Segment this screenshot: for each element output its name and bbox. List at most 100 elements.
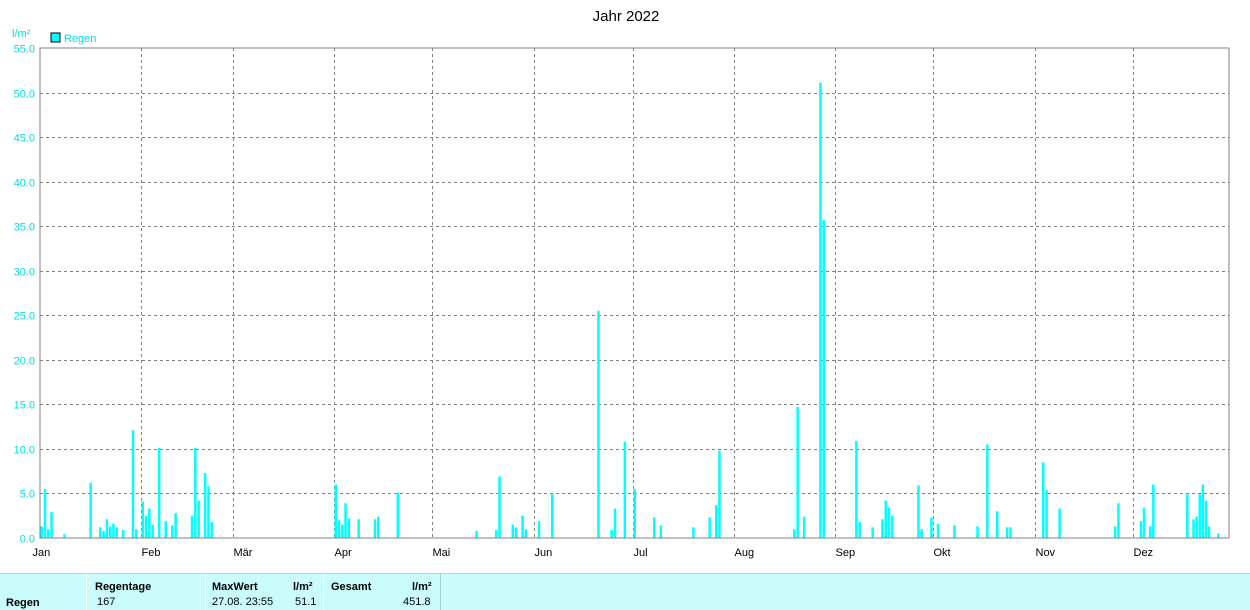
rain-bar bbox=[953, 525, 956, 538]
rain-bar bbox=[1149, 526, 1152, 538]
rain-bar bbox=[524, 529, 528, 538]
y-tick-labels: 0.0 5.0 10.0 15.0 20.0 25.0 30.0 35.0 40.0 45.0 50… bbox=[14, 44, 35, 546]
x-tick-label: Jul bbox=[634, 547, 648, 559]
y-tick-label: 25.0 bbox=[14, 311, 35, 323]
rain-bar bbox=[174, 513, 177, 538]
x-tick-label: Apr bbox=[335, 547, 352, 559]
rain-bar bbox=[936, 523, 940, 538]
rain-bar bbox=[793, 529, 796, 538]
y-tick-label: 40.0 bbox=[14, 178, 35, 190]
rain-bar bbox=[40, 526, 43, 538]
rain-bar bbox=[623, 441, 627, 538]
x-tick-label: Okt bbox=[934, 547, 951, 559]
x-tick-label: Feb bbox=[142, 547, 161, 559]
rain-bar bbox=[141, 501, 144, 538]
rain-bar bbox=[203, 473, 207, 538]
rain-bar bbox=[1195, 516, 1198, 538]
y-tick-label: 15.0 bbox=[14, 400, 35, 412]
rain-bar bbox=[43, 489, 47, 538]
rain-bar bbox=[976, 526, 979, 538]
rain-bar bbox=[708, 517, 711, 538]
rain-bar bbox=[377, 516, 380, 538]
rain-bar bbox=[1142, 507, 1146, 538]
x-tick-labels: Jan Feb Mär Apr Mai Jun Jul Aug Sep Okt Nov Dez bbox=[33, 547, 1154, 559]
x-tick-label: Aug bbox=[735, 547, 755, 559]
rain-bar bbox=[115, 527, 118, 538]
maxwert-date: 27.08. 23:55 bbox=[212, 596, 274, 608]
rain-bar bbox=[108, 526, 112, 538]
rain-bar bbox=[99, 527, 102, 538]
rain-bar bbox=[1198, 494, 1201, 538]
rain-bar bbox=[347, 518, 351, 538]
rain-bar bbox=[197, 500, 200, 538]
rain-bar bbox=[920, 529, 923, 538]
rain-bar bbox=[1058, 508, 1061, 538]
rain-chart: Jahr 2022 l/m² Regen 0.0 5.0 10.0 15.0 20.0 2… bbox=[12, 8, 1230, 559]
gesamt-header: Gesamt bbox=[331, 581, 372, 593]
rain-bar bbox=[1042, 462, 1045, 538]
rain-bar bbox=[521, 515, 524, 538]
rain-bar bbox=[89, 482, 92, 538]
rain-bar bbox=[47, 529, 50, 538]
maxwert-header: MaxWert bbox=[212, 581, 258, 593]
rain-bar bbox=[373, 519, 377, 538]
rain-bar bbox=[891, 515, 894, 538]
rain-bar bbox=[1045, 489, 1048, 538]
rain-bar bbox=[164, 521, 167, 538]
y-tick-label: 20.0 bbox=[14, 356, 35, 368]
plot-frame bbox=[39, 47, 1230, 539]
rain-bar bbox=[718, 450, 721, 538]
rain-bar bbox=[63, 534, 66, 538]
rain-bar bbox=[887, 507, 891, 538]
rain-bar bbox=[112, 523, 115, 538]
x-tick-label: Dez bbox=[1134, 547, 1154, 559]
rain-bar bbox=[1152, 484, 1155, 538]
rain-bar bbox=[986, 444, 989, 538]
rain-bar bbox=[148, 508, 151, 538]
rain-bar bbox=[514, 527, 518, 538]
rain-bar bbox=[858, 522, 861, 538]
rain-bar bbox=[692, 527, 695, 538]
rain-bar bbox=[131, 430, 135, 538]
rain-bar bbox=[498, 476, 501, 538]
rain-bar bbox=[855, 440, 858, 538]
rain-bar bbox=[822, 219, 825, 538]
regentage-header: Regentage bbox=[95, 581, 152, 593]
grid bbox=[40, 48, 1229, 538]
rain-bar bbox=[610, 530, 613, 538]
rain-bar bbox=[190, 515, 194, 538]
x-tick-label: Mai bbox=[433, 547, 451, 559]
legend-label: Regen bbox=[64, 33, 96, 45]
rain-bar bbox=[511, 524, 514, 538]
y-tick-label: 50.0 bbox=[14, 89, 35, 101]
stats-table: Regen Regentage 167 MaxWert l/m² 27.08. … bbox=[0, 573, 1250, 610]
rain-bar bbox=[917, 485, 920, 538]
rain-bar bbox=[1117, 503, 1120, 538]
y-tick-label: 10.0 bbox=[14, 445, 35, 457]
y-tick-label: 0.0 bbox=[20, 534, 35, 546]
rain-bar bbox=[653, 517, 656, 538]
y-axis-unit: l/m² bbox=[12, 28, 31, 40]
rain-bars bbox=[40, 82, 1220, 538]
rain-bar bbox=[151, 524, 154, 538]
rain-bar bbox=[1201, 484, 1205, 538]
legend-swatch bbox=[50, 32, 61, 43]
rain-bar bbox=[357, 519, 360, 538]
rain-bar bbox=[337, 520, 341, 538]
rain-bar bbox=[802, 516, 806, 538]
rain-bar bbox=[495, 530, 498, 538]
rain-bar bbox=[996, 511, 999, 538]
rain-bar bbox=[881, 519, 884, 538]
chart-title: Jahr 2022 bbox=[593, 8, 660, 25]
rain-bar bbox=[1207, 526, 1211, 538]
rain-bar bbox=[537, 521, 541, 538]
rain-bar bbox=[135, 529, 138, 538]
rain-bar bbox=[1217, 533, 1220, 538]
rain-bar bbox=[157, 448, 161, 538]
rain-bar bbox=[475, 530, 478, 538]
rain-bar bbox=[1192, 519, 1195, 538]
rain-bar bbox=[171, 525, 174, 538]
rain-bar bbox=[1009, 527, 1012, 538]
rain-bar bbox=[210, 522, 213, 538]
rain-bar bbox=[659, 525, 663, 538]
